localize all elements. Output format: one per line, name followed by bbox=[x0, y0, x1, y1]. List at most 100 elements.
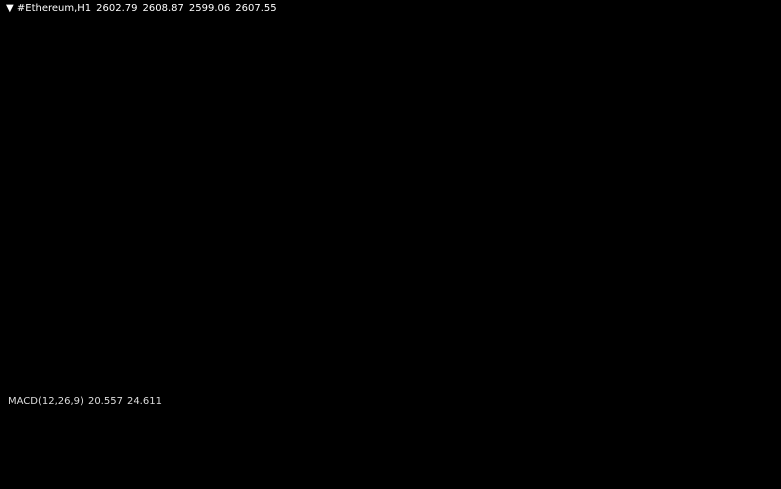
macd-histogram-bar bbox=[431, 431, 435, 443]
macd-histogram-bar bbox=[535, 431, 539, 433]
time-tick-label: 27 May 2025 bbox=[3, 473, 68, 484]
candle-body bbox=[163, 181, 167, 184]
macd-histogram-bar bbox=[39, 408, 43, 432]
macd-histogram-bar bbox=[91, 417, 95, 432]
candle-body bbox=[79, 162, 83, 172]
macd-histogram-bar bbox=[355, 431, 359, 454]
macd-histogram-bar bbox=[175, 425, 179, 432]
candle-body bbox=[147, 199, 151, 204]
macd-histogram-bar bbox=[11, 427, 15, 432]
candle-body bbox=[451, 308, 455, 320]
candle-body bbox=[27, 184, 31, 196]
macd-histogram-bar bbox=[415, 431, 419, 449]
macd-histogram-bar bbox=[487, 431, 491, 438]
candle-body bbox=[543, 306, 547, 314]
macd-histogram-bar bbox=[239, 428, 243, 432]
macd-label: MACD(12,26,9) 20.557 24.611 bbox=[8, 396, 166, 407]
macd-histogram-bar bbox=[79, 410, 83, 432]
macd-histogram-bar bbox=[463, 431, 467, 439]
macd-histogram-bar bbox=[359, 431, 363, 454]
macd-histogram-bar bbox=[255, 431, 259, 436]
candle-body bbox=[415, 317, 419, 327]
time-tick-label: 29 May 07:00 bbox=[161, 473, 230, 484]
high-value: 2608.87 bbox=[142, 3, 184, 14]
macd-histogram-bar bbox=[427, 431, 431, 445]
candle-body bbox=[467, 322, 471, 328]
candle-body bbox=[267, 171, 271, 219]
macd-histogram-bar bbox=[275, 431, 279, 448]
candle-body bbox=[619, 325, 623, 338]
macd-histogram-bar bbox=[615, 431, 619, 438]
candle-body bbox=[603, 350, 607, 366]
macd-histogram-bar bbox=[31, 412, 35, 432]
level-price-tag bbox=[707, 167, 749, 181]
macd-histogram-bar bbox=[475, 431, 479, 438]
candle-body bbox=[183, 35, 187, 87]
macd-histogram-bar bbox=[391, 431, 395, 457]
macd-histogram-bar bbox=[491, 431, 495, 439]
candle-body bbox=[31, 166, 35, 186]
candle-body bbox=[343, 262, 347, 302]
macd-histogram-bar bbox=[243, 430, 247, 432]
macd-histogram-bar bbox=[547, 430, 551, 432]
candle-body bbox=[699, 222, 703, 226]
macd-histogram-bar bbox=[451, 431, 455, 439]
candle-body bbox=[459, 322, 463, 326]
macd-histogram-bar bbox=[287, 431, 291, 445]
candle-body bbox=[331, 238, 335, 245]
candle-body bbox=[607, 364, 611, 370]
macd-histogram-bar bbox=[339, 431, 343, 447]
candle-body bbox=[207, 84, 211, 87]
candle-body bbox=[11, 244, 15, 266]
macd-histogram-bar bbox=[219, 413, 223, 432]
macd-histogram-bar bbox=[419, 431, 423, 448]
macd-histogram-bar bbox=[563, 428, 567, 432]
time-tick-label: 29 May 23:00 bbox=[225, 473, 294, 484]
macd-histogram-bar bbox=[139, 430, 143, 432]
macd-tick-label: 0.00 bbox=[712, 427, 734, 438]
candle-body bbox=[367, 315, 371, 332]
macd-histogram-bar bbox=[503, 431, 507, 440]
candle-body bbox=[347, 294, 351, 302]
candle-body bbox=[411, 317, 415, 320]
candle-body bbox=[155, 193, 159, 198]
candle-body bbox=[503, 349, 507, 353]
candle-body bbox=[551, 310, 555, 313]
macd-histogram-bar bbox=[467, 431, 471, 439]
macd-histogram-bar bbox=[671, 407, 675, 432]
macd-histogram-bar bbox=[183, 414, 187, 432]
candle-body bbox=[111, 185, 115, 197]
close-value: 2607.55 bbox=[235, 3, 277, 14]
candle-body bbox=[47, 134, 51, 150]
price-chart[interactable]: 2783.10 2754.20 2725.30 2696.40 2666.65 2637.… bbox=[0, 0, 781, 489]
candle-body bbox=[115, 194, 119, 197]
macd-histogram-bar bbox=[663, 407, 667, 432]
macd-histogram-bar bbox=[83, 413, 87, 432]
candle-body bbox=[71, 148, 75, 162]
candle-body bbox=[443, 303, 447, 314]
price-tick-label: 2725.30 bbox=[712, 87, 753, 98]
macd-main-value: 20.557 bbox=[87, 396, 123, 407]
candle-body bbox=[15, 227, 19, 246]
macd-histogram-bar bbox=[499, 431, 503, 440]
macd-histogram-bar bbox=[587, 431, 591, 435]
candle-body bbox=[87, 181, 91, 191]
candle-body bbox=[131, 198, 135, 202]
macd-histogram-bar bbox=[167, 429, 171, 432]
candle-body bbox=[275, 238, 279, 261]
macd-histogram-bar bbox=[335, 431, 339, 445]
candle-body bbox=[175, 121, 179, 175]
macd-histogram-bar bbox=[395, 431, 399, 455]
candle-body bbox=[695, 222, 699, 226]
macd-histogram-bar bbox=[635, 427, 639, 432]
candle-body bbox=[379, 341, 383, 345]
candle-body bbox=[631, 295, 635, 299]
candle-body bbox=[363, 284, 367, 317]
macd-histogram-bar bbox=[623, 431, 627, 434]
macd-histogram-bar bbox=[655, 413, 659, 432]
open-value: 2602.79 bbox=[96, 3, 138, 14]
macd-histogram-bar bbox=[231, 421, 235, 432]
candle-body bbox=[439, 303, 443, 306]
macd-histogram-bar bbox=[35, 410, 39, 432]
candle-body bbox=[647, 251, 651, 276]
